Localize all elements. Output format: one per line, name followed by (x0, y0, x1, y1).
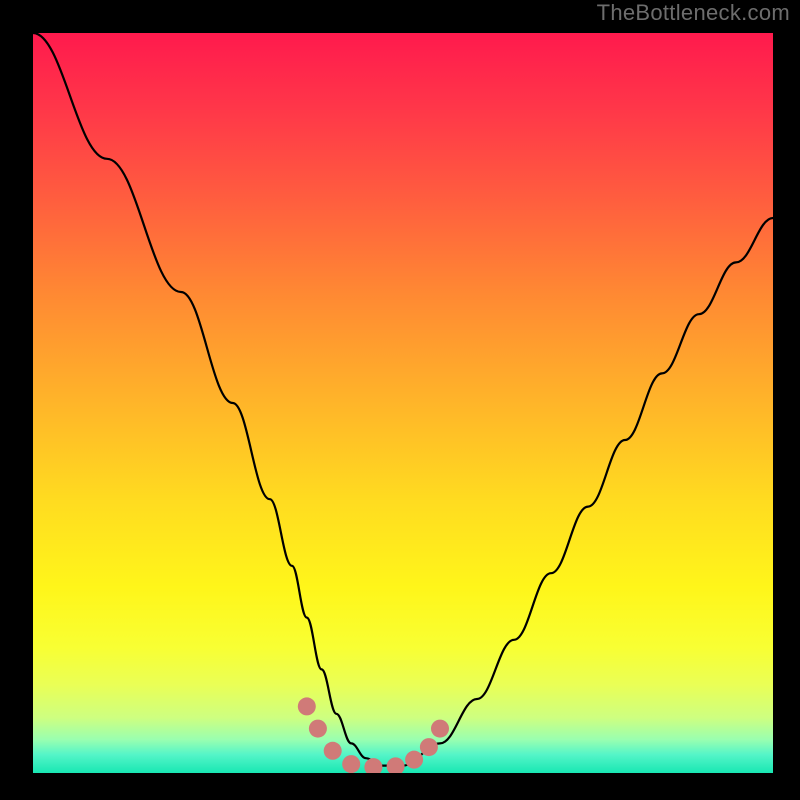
curve-marker (309, 720, 327, 738)
curve-marker (342, 755, 360, 773)
watermark-text: TheBottleneck.com (597, 0, 790, 26)
curve-marker (405, 751, 423, 769)
chart-frame: TheBottleneck.com (0, 0, 800, 800)
curve-marker (431, 720, 449, 738)
curve-marker (298, 697, 316, 715)
curve-marker (324, 742, 342, 760)
bottleneck-chart (33, 33, 773, 773)
plot-background (33, 33, 773, 773)
curve-marker (420, 738, 438, 756)
